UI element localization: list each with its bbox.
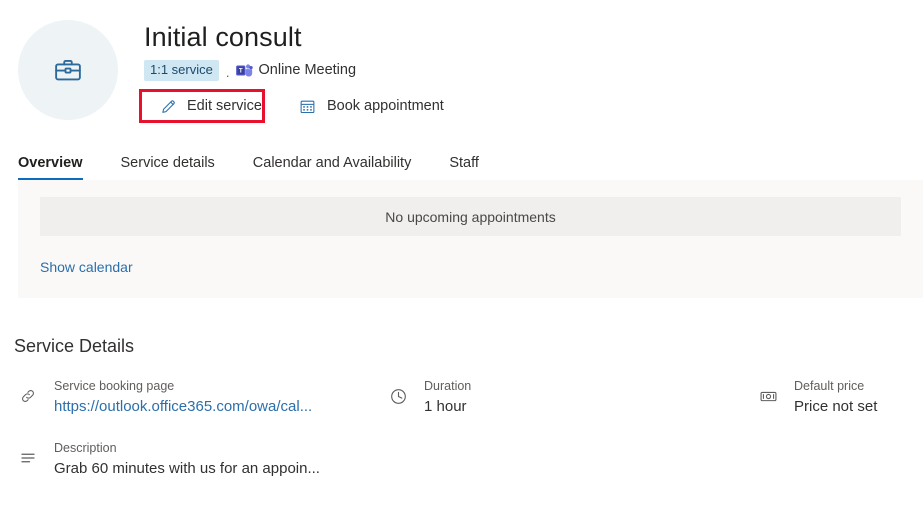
detail-label: Service booking page: [54, 379, 175, 393]
book-appointment-label: Book appointment: [326, 98, 444, 114]
service-booking-page-link[interactable]: https://outlook.office365.com/owa/cal...: [54, 397, 312, 417]
tab-overview[interactable]: Overview: [18, 155, 83, 180]
briefcase-icon: [53, 55, 83, 85]
pencil-icon: [158, 98, 178, 115]
detail-default-price: Default price Price not set: [754, 377, 923, 417]
header-content: Initial consult 1:1 service . T Online M…: [139, 16, 444, 123]
page-header: Initial consult 1:1 service . T Online M…: [0, 0, 923, 140]
description-value: Grab 60 minutes with us for an appoin...: [54, 460, 320, 477]
details-column-left: Service booking page https://outlook.off…: [14, 377, 384, 501]
service-details-title: Service Details: [14, 336, 135, 356]
meeting-type-label: Online Meeting: [258, 62, 357, 78]
upcoming-appointments-section: No upcoming appointments Show calendar: [18, 180, 923, 298]
detail-service-booking-page: Service booking page https://outlook.off…: [14, 377, 384, 417]
service-details-grid: Service booking page https://outlook.off…: [14, 377, 923, 501]
duration-value: 1 hour: [424, 398, 467, 415]
tab-service-details[interactable]: Service details: [121, 155, 215, 180]
tab-bar: Overview Service details Calendar and Av…: [0, 140, 923, 180]
show-calendar-link[interactable]: Show calendar: [40, 259, 133, 275]
microsoft-teams-icon: T: [235, 63, 253, 78]
detail-body: Duration 1 hour: [424, 377, 471, 417]
details-column-right: Default price Price not set: [754, 377, 923, 501]
detail-duration: Duration 1 hour: [384, 377, 754, 417]
clock-icon: [384, 377, 412, 406]
service-avatar: [18, 20, 118, 120]
detail-body: Description Grab 60 minutes with us for …: [54, 439, 320, 479]
service-type-badge: 1:1 service: [144, 59, 219, 81]
link-icon: [14, 377, 42, 405]
detail-body: Service booking page https://outlook.off…: [54, 377, 312, 417]
service-details-section: Service Details Service booking page htt…: [0, 298, 923, 501]
detail-body: Default price Price not set: [794, 377, 877, 417]
no-appointments-message: No upcoming appointments: [385, 208, 556, 225]
description-icon: [14, 439, 42, 467]
tab-staff[interactable]: Staff: [449, 155, 479, 180]
svg-text:T: T: [238, 67, 242, 74]
default-price-value: Price not set: [794, 398, 878, 415]
details-column-middle: Duration 1 hour: [384, 377, 754, 501]
service-meta-row: 1:1 service . T Online Meeting: [144, 59, 444, 81]
page-title: Initial consult: [144, 22, 302, 52]
detail-label: Description: [54, 441, 117, 455]
header-actions: Edit service Book appointment: [139, 89, 444, 123]
detail-label: Duration: [424, 379, 472, 393]
calendar-icon: [298, 98, 318, 115]
edit-service-label: Edit service: [187, 98, 262, 114]
no-appointments-panel: No upcoming appointments: [40, 197, 901, 236]
book-appointment-button[interactable]: Book appointment: [298, 92, 444, 120]
edit-service-button[interactable]: Edit service: [158, 92, 262, 120]
meta-separator: .: [225, 64, 230, 80]
money-icon: [754, 377, 782, 406]
tab-calendar-and-availability[interactable]: Calendar and Availability: [253, 155, 412, 180]
detail-description: Description Grab 60 minutes with us for …: [14, 439, 384, 479]
detail-label: Default price: [794, 379, 865, 393]
